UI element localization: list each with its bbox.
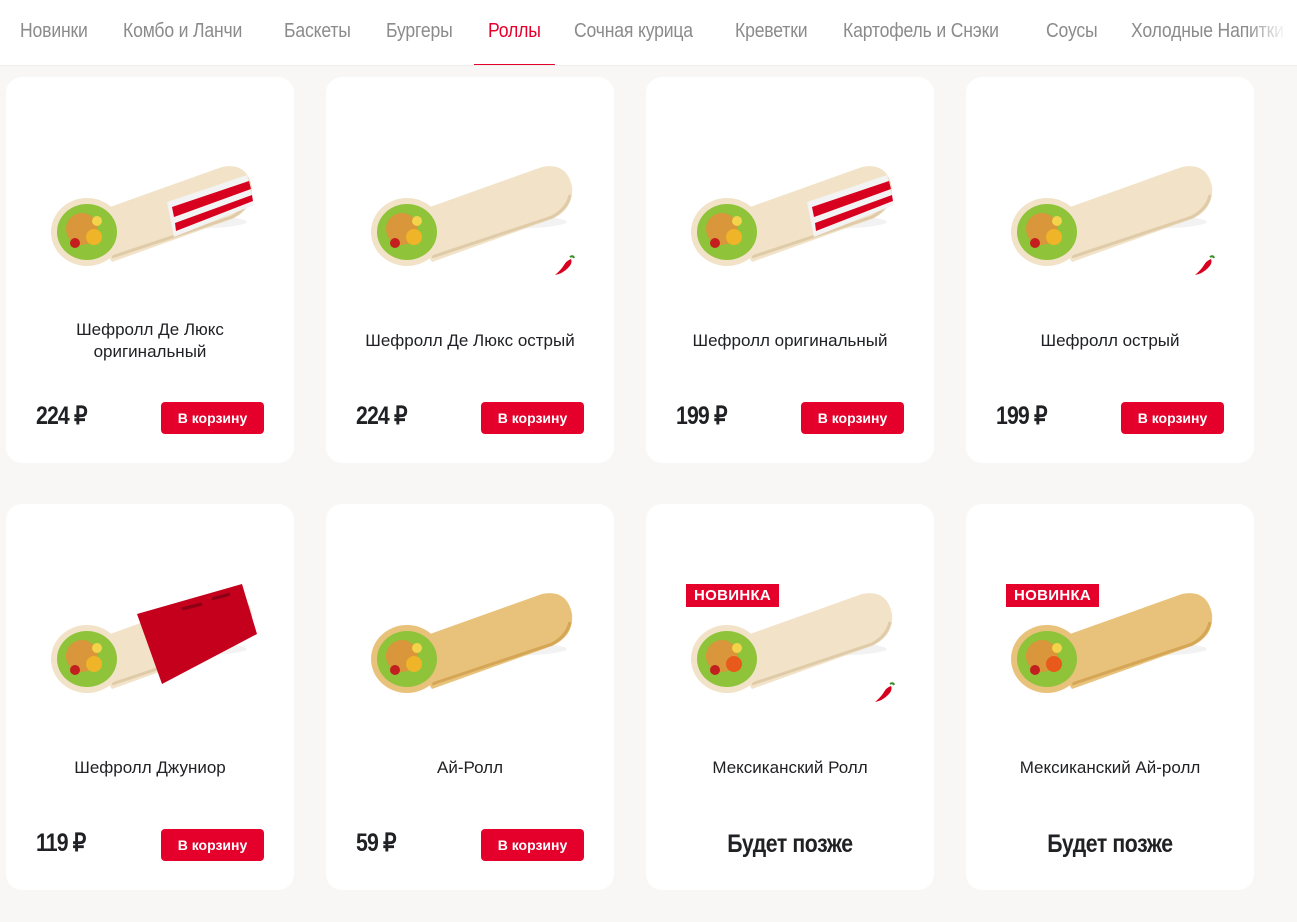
product-image[interactable] <box>326 147 614 287</box>
tab-6[interactable]: Креветки <box>735 0 808 65</box>
add-to-cart-button[interactable]: В корзину <box>1121 402 1224 434</box>
chili-icon <box>552 253 576 277</box>
product-card[interactable]: Шефролл Де Люкс острый 224 ₽ В корзину <box>326 77 614 463</box>
product-price: 59 ₽ <box>356 829 397 857</box>
add-to-cart-button[interactable]: В корзину <box>161 402 264 434</box>
new-badge: НОВИНКА <box>1006 584 1100 607</box>
product-card[interactable]: Шефролл Де Люкс оригинальный 224 ₽ В корзи… <box>6 77 294 463</box>
tab-4[interactable]: Роллы <box>473 0 555 65</box>
product-name[interactable]: Ай-Ролл <box>346 738 594 798</box>
product-card[interactable]: НОВИНКА Мексиканский Ай-ролл Будет позже <box>966 504 1254 890</box>
product-image[interactable] <box>326 574 614 714</box>
add-to-cart-button[interactable]: В корзину <box>481 402 584 434</box>
chili-icon <box>872 680 896 704</box>
product-name[interactable]: Шефролл острый <box>986 311 1234 371</box>
add-to-cart-button[interactable]: В корзину <box>161 829 264 861</box>
tab-5[interactable]: Сочная курица <box>574 0 693 65</box>
category-tabs: Новинки Комбо и Ланчи Баскеты Бургеры Роллы С… <box>20 0 1297 65</box>
tab-3[interactable]: Бургеры <box>386 0 453 65</box>
tab-8[interactable]: Соусы <box>1046 0 1098 65</box>
tab-7[interactable]: Картофель и Снэки <box>843 0 999 65</box>
product-card[interactable]: Шефролл острый 199 ₽ В корзину <box>966 77 1254 463</box>
product-name[interactable]: Шефролл Де Люкс оригинальный <box>26 311 274 371</box>
product-price: 199 ₽ <box>996 402 1047 430</box>
product-card[interactable]: НОВИНКА Мексиканский Ролл Будет позже <box>646 504 934 890</box>
product-name[interactable]: Шефролл Джуниор <box>26 738 274 798</box>
tab-0[interactable]: Новинки <box>20 0 88 65</box>
coming-soon-label: Будет позже <box>727 830 853 858</box>
product-name[interactable]: Мексиканский Ролл <box>666 738 914 798</box>
product-image[interactable] <box>966 147 1254 287</box>
product-image[interactable] <box>646 147 934 287</box>
product-card[interactable]: Шефролл оригинальный 199 ₽ В корзину <box>646 77 934 463</box>
product-price: 224 ₽ <box>356 402 407 430</box>
chili-icon <box>1192 253 1216 277</box>
product-name[interactable]: Шефролл Де Люкс острый <box>346 311 594 371</box>
product-price: 119 ₽ <box>36 829 86 857</box>
tab-1[interactable]: Комбо и Ланчи <box>123 0 242 65</box>
nav-fade <box>1247 0 1297 65</box>
add-to-cart-button[interactable]: В корзину <box>801 402 904 434</box>
product-price: 224 ₽ <box>36 402 87 430</box>
new-badge: НОВИНКА <box>686 584 780 607</box>
add-to-cart-button[interactable]: В корзину <box>481 829 584 861</box>
product-name[interactable]: Мексиканский Ай-ролл <box>986 738 1234 798</box>
product-image[interactable] <box>6 147 294 287</box>
product-image[interactable] <box>6 574 294 714</box>
product-price: 199 ₽ <box>676 402 727 430</box>
product-name[interactable]: Шефролл оригинальный <box>666 311 914 371</box>
tab-2[interactable]: Баскеты <box>284 0 351 65</box>
product-card[interactable]: Шефролл Джуниор 119 ₽ В корзину <box>6 504 294 890</box>
product-card[interactable]: Ай-Ролл 59 ₽ В корзину <box>326 504 614 890</box>
category-nav: Новинки Комбо и Ланчи Баскеты Бургеры Роллы С… <box>0 0 1297 66</box>
coming-soon-label: Будет позже <box>1047 830 1173 858</box>
